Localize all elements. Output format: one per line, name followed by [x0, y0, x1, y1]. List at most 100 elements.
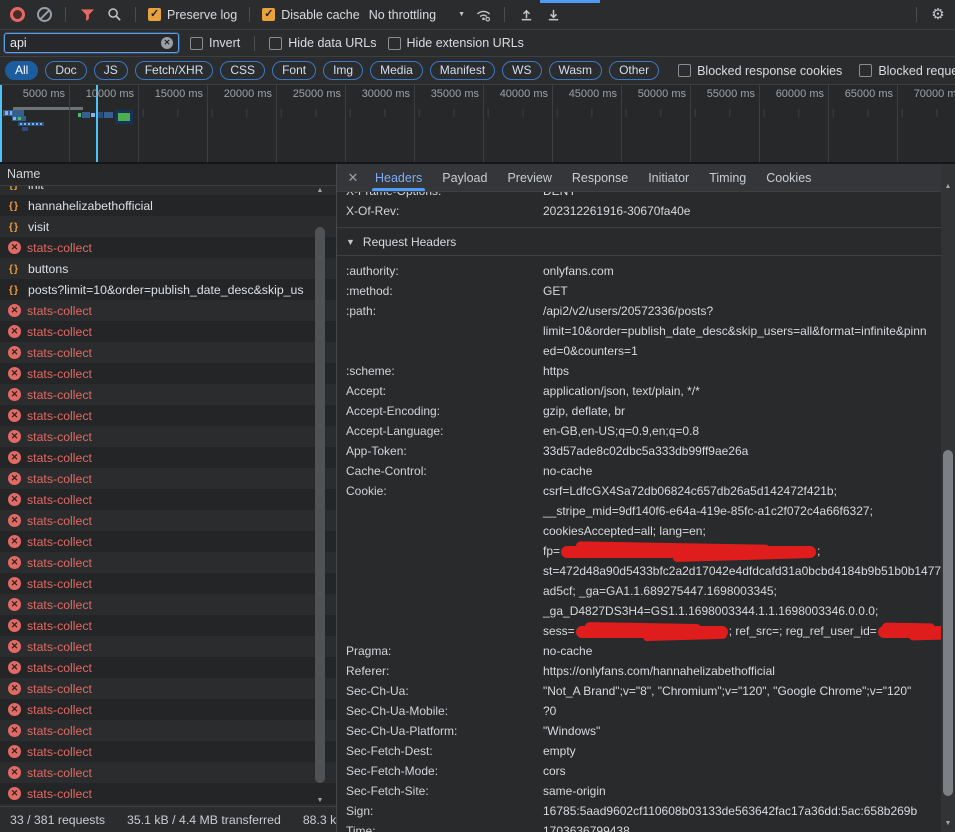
clear-icon [37, 7, 52, 22]
close-icon[interactable]: ✕ [341, 170, 365, 186]
scroll-up-icon[interactable]: ▲ [941, 181, 955, 193]
hide-data-urls-checkbox[interactable]: Hide data URLs [269, 36, 376, 50]
request-row-selected[interactable]: {}posts?limit=10&order=publish_date_desc… [0, 279, 336, 300]
request-row[interactable]: ✕stats-collect [0, 783, 336, 804]
header-value: https [543, 361, 941, 381]
header-value-line: "Not_A Brand";v="8", "Chromium";v="120",… [543, 681, 941, 701]
request-row[interactable]: {}buttons [0, 258, 336, 279]
request-row[interactable]: ✕stats-collect [0, 657, 336, 678]
detail-scrollbar[interactable]: ▲ ▼ [941, 164, 955, 832]
request-row[interactable]: ✕stats-collect [0, 678, 336, 699]
request-row[interactable]: ✕stats-collect [0, 699, 336, 720]
filter-chip-manifest[interactable]: Manifest [430, 61, 495, 80]
header-row: :authority:onlyfans.com [346, 261, 941, 281]
throttling-select[interactable]: No throttling ▼ [369, 8, 465, 22]
scrollbar-thumb[interactable] [315, 227, 325, 783]
timeline-gridline [552, 85, 553, 162]
tab-cookies[interactable]: Cookies [756, 164, 821, 191]
header-value: "Windows" [543, 721, 941, 741]
tab-headers[interactable]: Headers [365, 164, 432, 191]
request-row[interactable]: ✕stats-collect [0, 489, 336, 510]
request-row[interactable]: ✕stats-collect [0, 363, 336, 384]
request-row[interactable]: ✕stats-collect [0, 405, 336, 426]
request-row[interactable]: ✕stats-collect [0, 552, 336, 573]
invert-checkbox[interactable]: Invert [190, 36, 240, 50]
network-main-split: Name {}init{}hannahelizabethofficial{}vi… [0, 164, 955, 832]
filter-chip-doc[interactable]: Doc [45, 61, 86, 80]
tab-preview[interactable]: Preview [497, 164, 561, 191]
request-list-scrollbar[interactable]: ▲ ▼ [313, 185, 327, 807]
request-row[interactable]: ✕stats-collect [0, 741, 336, 762]
header-value-text: same-origin [543, 781, 606, 801]
timeline-tick-label: 50000 ms [624, 88, 686, 100]
header-value: empty [543, 741, 941, 761]
request-headers-section[interactable]: ▼ Request Headers [337, 227, 941, 256]
export-har-button[interactable] [544, 6, 562, 24]
blocked-response-cookies-checkbox[interactable]: Blocked response cookies [678, 64, 842, 78]
request-row[interactable]: {}visit [0, 216, 336, 237]
hide-extension-urls-checkbox[interactable]: Hide extension URLs [388, 36, 524, 50]
request-name: stats-collect [27, 556, 92, 570]
request-row[interactable]: ✕stats-collect [0, 573, 336, 594]
scroll-up-icon[interactable]: ▲ [313, 185, 327, 197]
name-column-header[interactable]: Name [0, 164, 336, 186]
blocked-requests-checkbox[interactable]: Blocked requests [859, 64, 955, 78]
request-row[interactable]: ✕stats-collect [0, 237, 336, 258]
filter-chip-other[interactable]: Other [609, 61, 659, 80]
header-value-line: GET [543, 281, 941, 301]
preserve-log-checkbox[interactable]: Preserve log [148, 8, 237, 22]
filter-toggle-button[interactable] [78, 6, 96, 24]
filter-chip-all[interactable]: All [5, 61, 38, 80]
filter-chip-fetch-xhr[interactable]: Fetch/XHR [135, 61, 214, 80]
settings-button[interactable]: ⚙ [929, 6, 947, 24]
filter-chip-css[interactable]: CSS [220, 61, 265, 80]
filter-chip-ws[interactable]: WS [502, 61, 541, 80]
header-value-line: fp=; [543, 541, 941, 561]
request-row[interactable]: ✕stats-collect [0, 384, 336, 405]
filter-input[interactable]: api ✕ [4, 33, 179, 53]
request-row[interactable]: ✕stats-collect [0, 615, 336, 636]
request-row[interactable]: ✕stats-collect [0, 531, 336, 552]
network-conditions-button[interactable] [474, 6, 492, 24]
request-row[interactable]: {}hannahelizabethofficial [0, 195, 336, 216]
import-har-button[interactable] [517, 6, 535, 24]
request-headers-list: :authority:onlyfans.com:method:GET:path:… [346, 261, 941, 832]
scroll-down-icon[interactable]: ▼ [313, 795, 327, 807]
request-row[interactable]: ✕stats-collect [0, 447, 336, 468]
header-row: Sec-Ch-Ua-Mobile:?0 [346, 701, 941, 721]
request-name: posts?limit=10&order=publish_date_desc&s… [28, 283, 304, 297]
network-overview-timeline[interactable]: 5000 ms10000 ms15000 ms20000 ms25000 ms3… [0, 85, 955, 164]
timeline-tick-label: 25000 ms [279, 88, 341, 100]
request-row[interactable]: ✕stats-collect [0, 636, 336, 657]
tab-response[interactable]: Response [562, 164, 638, 191]
request-row[interactable]: ✕stats-collect [0, 510, 336, 531]
tab-timing[interactable]: Timing [699, 164, 756, 191]
request-row[interactable]: ✕stats-collect [0, 468, 336, 489]
header-value-text: onlyfans.com [543, 261, 614, 281]
scrollbar-thumb[interactable] [943, 450, 953, 796]
filter-chip-media[interactable]: Media [370, 61, 423, 80]
disable-cache-checkbox[interactable]: Disable cache [262, 8, 360, 22]
request-row[interactable]: ✕stats-collect [0, 300, 336, 321]
request-row[interactable]: {}init [0, 186, 336, 195]
filter-chip-font[interactable]: Font [272, 61, 316, 80]
clear-button[interactable] [35, 6, 53, 24]
record-button[interactable] [8, 6, 26, 24]
filter-chip-js[interactable]: JS [94, 61, 128, 80]
request-row[interactable]: ✕stats-collect [0, 426, 336, 447]
tab-initiator[interactable]: Initiator [638, 164, 699, 191]
request-row[interactable]: ✕stats-collect [0, 720, 336, 741]
request-row[interactable]: ✕stats-collect [0, 762, 336, 783]
request-row[interactable]: ✕stats-collect [0, 321, 336, 342]
request-name: stats-collect [27, 724, 92, 738]
filter-chip-img[interactable]: Img [323, 61, 363, 80]
tab-payload[interactable]: Payload [432, 164, 497, 191]
request-row[interactable]: ✕stats-collect [0, 594, 336, 615]
filter-chip-wasm[interactable]: Wasm [549, 61, 603, 80]
header-value-text: /api2/v2/users/20572336/posts? [543, 301, 713, 321]
clear-filter-icon[interactable]: ✕ [161, 37, 173, 49]
invert-label: Invert [209, 36, 240, 50]
request-row[interactable]: ✕stats-collect [0, 342, 336, 363]
search-button[interactable] [105, 6, 123, 24]
scroll-down-icon[interactable]: ▼ [941, 818, 955, 830]
